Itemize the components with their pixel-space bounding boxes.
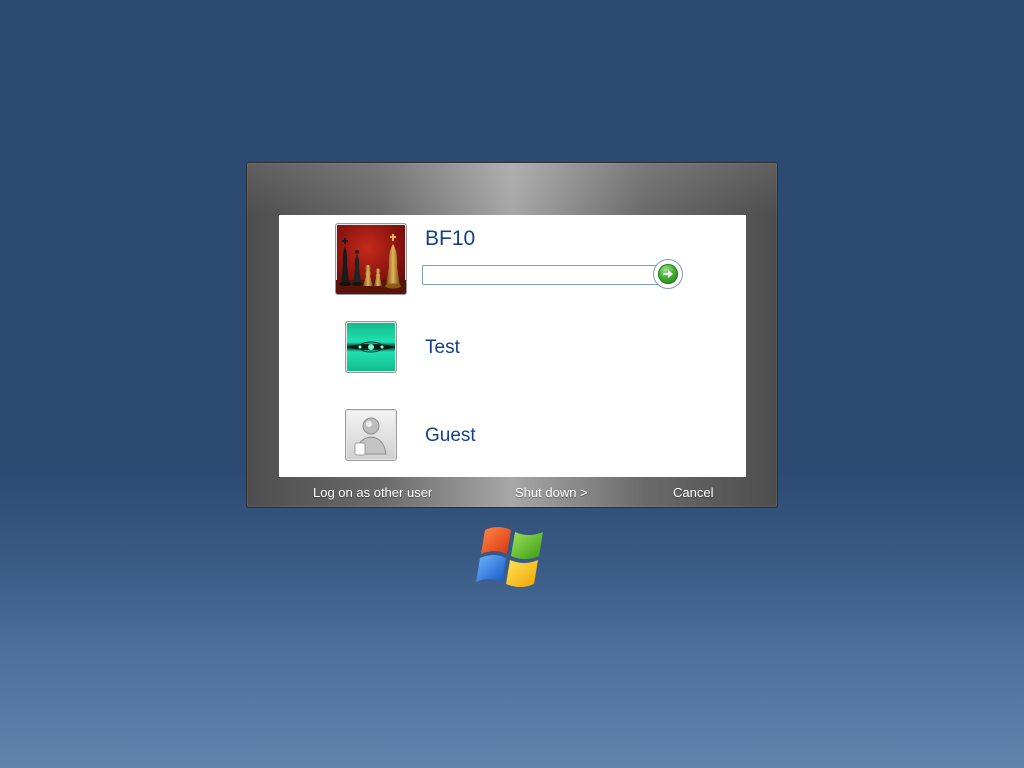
- go-button[interactable]: [658, 264, 678, 284]
- log-on-as-other-user-link[interactable]: Log on as other user: [313, 485, 432, 500]
- right-arrow-icon: [663, 270, 673, 278]
- user-name-test[interactable]: Test: [425, 337, 460, 359]
- password-area: [422, 258, 684, 289]
- user-name-guest[interactable]: Guest: [425, 425, 476, 447]
- panel-footer: Log on as other user Shut down > Cancel: [247, 485, 777, 505]
- guest-user-icon: [354, 417, 387, 456]
- windows-flag-logo: [473, 524, 551, 594]
- cancel-link[interactable]: Cancel: [673, 485, 713, 500]
- user-row-guest[interactable]: Guest: [279, 409, 746, 463]
- user-list: BF10 Test Guest: [279, 215, 746, 477]
- user-picture-bf10[interactable]: [335, 223, 407, 295]
- user-name-bf10[interactable]: BF10: [425, 227, 475, 251]
- password-input[interactable]: [422, 265, 664, 285]
- teal-abstract-icon: [349, 341, 393, 353]
- user-row-bf10[interactable]: BF10: [279, 223, 746, 303]
- user-row-test[interactable]: Test: [279, 321, 746, 375]
- go-button-ring: [653, 259, 683, 289]
- chess-pieces-icon: [336, 234, 406, 294]
- user-picture-guest[interactable]: [345, 409, 397, 461]
- user-picture-test[interactable]: [345, 321, 397, 373]
- shut-down-link[interactable]: Shut down >: [515, 485, 588, 500]
- login-panel: BF10 Test Guest Log on as other user Shu…: [246, 162, 778, 508]
- panel-top-shine: [247, 163, 777, 215]
